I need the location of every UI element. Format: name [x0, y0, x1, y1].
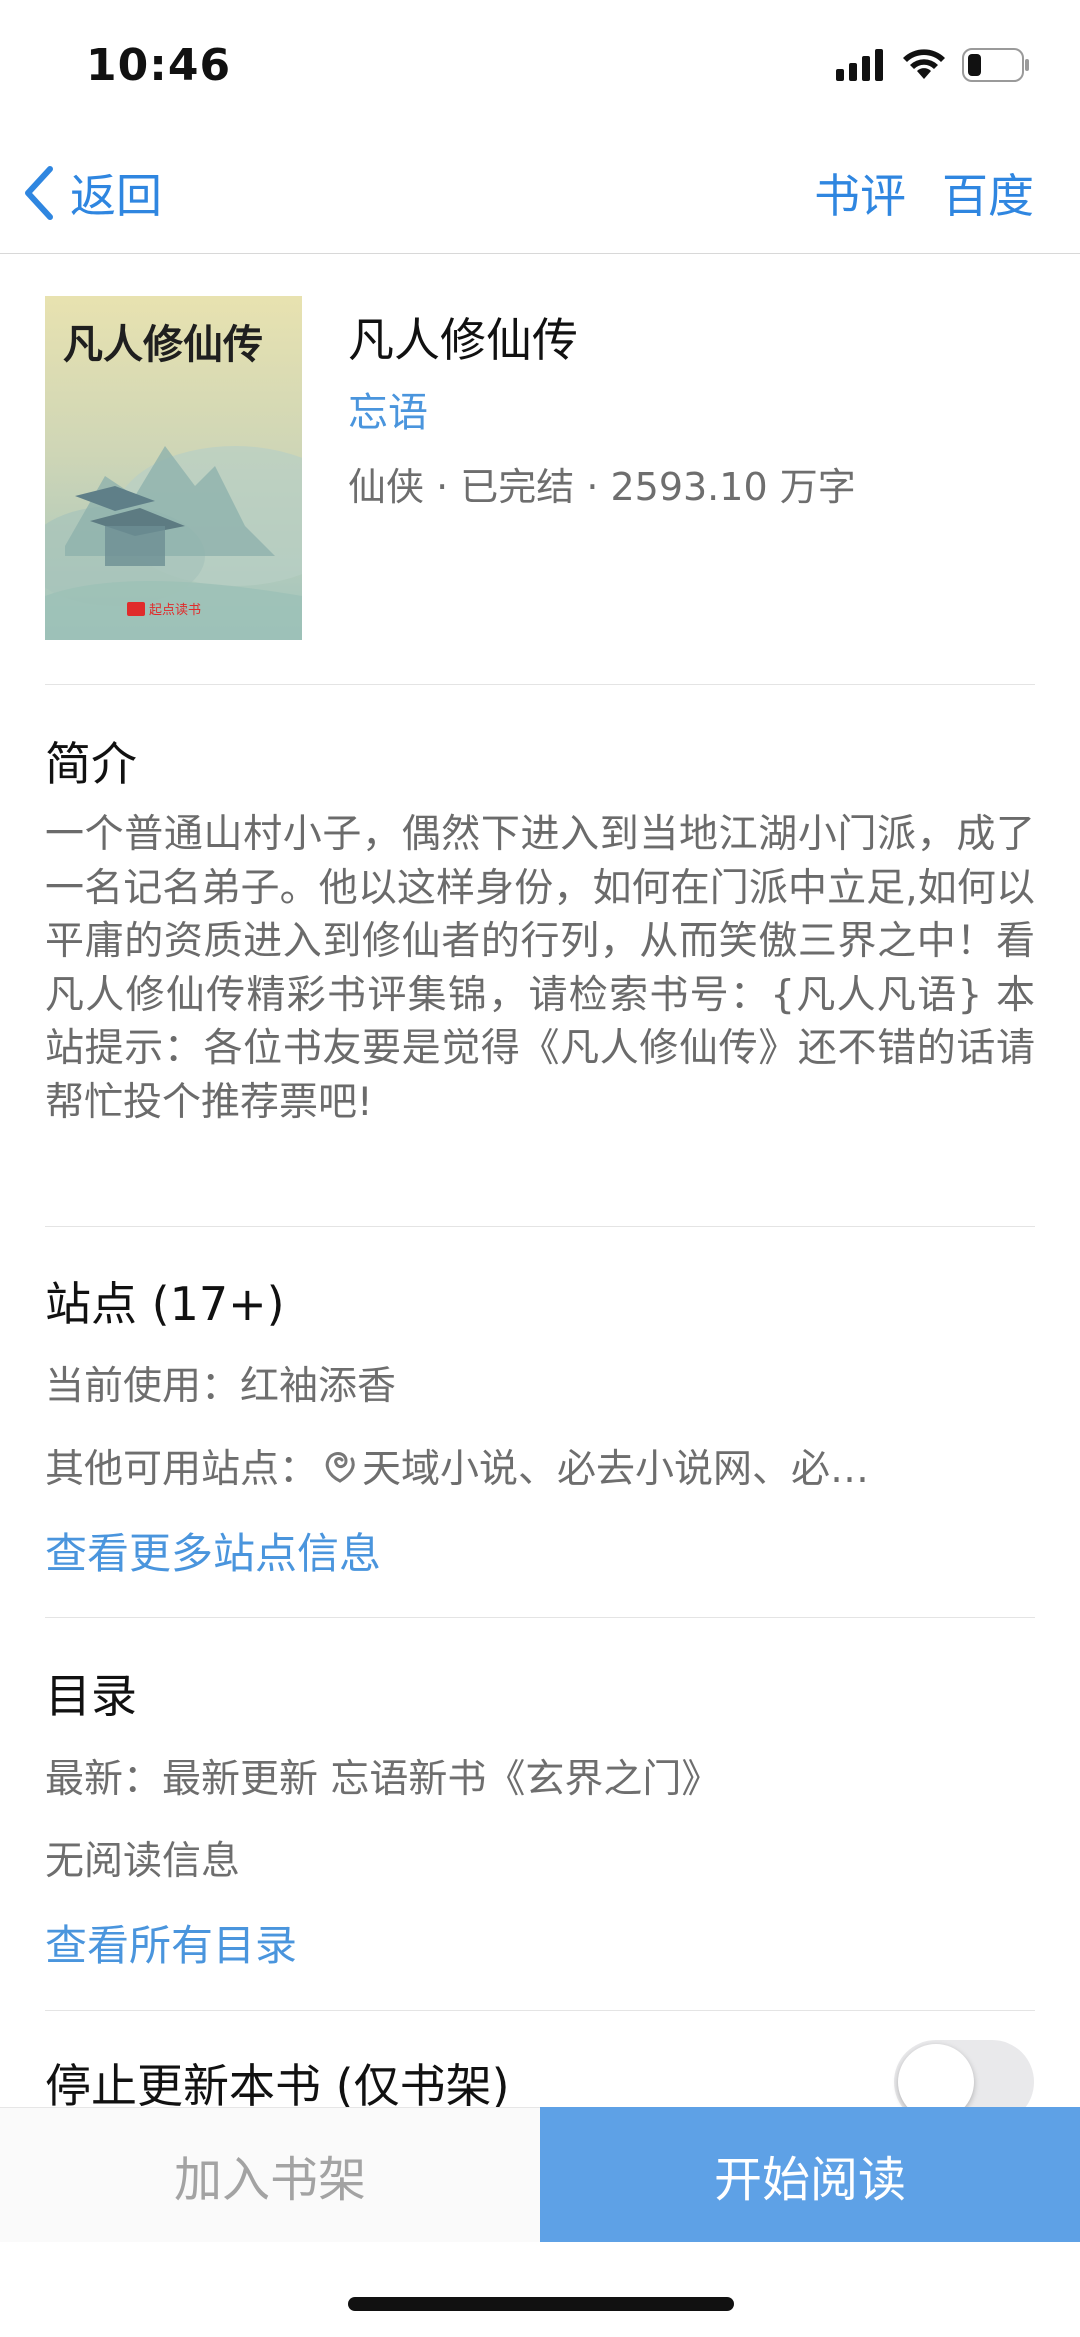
more-sites-link[interactable]: 查看更多站点信息 [45, 1520, 381, 1581]
other-sites: 其他可用站点： 天域小说、必去小说网、必… [45, 1438, 869, 1494]
nav-actions: 书评 百度 [814, 160, 1034, 226]
divider [45, 1617, 1035, 1618]
back-label: 返回 [70, 169, 162, 223]
book-review-button[interactable]: 书评 [814, 160, 906, 226]
book-title: 凡人修仙传 [348, 313, 578, 367]
status-bar: 10:46 [0, 0, 1080, 130]
cellular-signal-icon [836, 49, 883, 81]
book-header: 凡人修仙传 起点读书 凡人修仙传 忘语 仙侠 · 已完结 · 2593.10 万… [45, 296, 1035, 686]
book-author[interactable]: 忘语 [348, 380, 428, 438]
add-to-shelf-button[interactable]: 加入书架 [0, 2107, 540, 2242]
bottom-safe-area [0, 2242, 1080, 2337]
home-indicator[interactable] [348, 2297, 734, 2311]
latest-chapter: 最新：最新更新 忘语新书《玄界之门》 [45, 1757, 721, 1802]
intro-title: 简介 [45, 737, 137, 791]
baidu-button[interactable]: 百度 [942, 160, 1034, 226]
bottom-action-bar: 加入书架 开始阅读 [0, 2107, 1080, 2242]
chevron-left-icon [25, 166, 53, 220]
divider [45, 1226, 1035, 1227]
book-meta: 仙侠 · 已完结 · 2593.10 万字 [348, 465, 856, 509]
back-button[interactable]: 返回 [22, 160, 162, 226]
wifi-icon [903, 49, 945, 79]
book-cover: 凡人修仙传 起点读书 [45, 296, 302, 640]
divider [45, 2010, 1035, 2011]
other-sites-list: 天域小说、必去小说网、必… [362, 1447, 870, 1492]
status-icons [836, 48, 1030, 82]
read-info: 无阅读信息 [45, 1839, 241, 1884]
divider [45, 684, 1035, 685]
all-catalog-link[interactable]: 查看所有目录 [45, 1912, 297, 1973]
swirl-icon [325, 1452, 355, 1483]
navigation-bar: 返回 书评 百度 [0, 130, 1080, 254]
current-site: 当前使用：红袖添香 [45, 1364, 397, 1409]
cover-title: 凡人修仙传 [63, 321, 263, 368]
catalog-title: 目录 [45, 1669, 137, 1723]
other-sites-label: 其他可用站点： [45, 1447, 319, 1492]
sites-title: 站点 (17+) [45, 1277, 285, 1331]
status-time: 10:46 [86, 40, 232, 91]
battery-icon [962, 48, 1029, 82]
intro-text: 一个普通山村小子，偶然下进入到当地江湖小门派，成了一名记名弟子。他以这样身份，如… [45, 812, 1035, 1125]
start-reading-button[interactable]: 开始阅读 [540, 2107, 1080, 2242]
cover-publisher: 起点读书 [149, 603, 201, 618]
